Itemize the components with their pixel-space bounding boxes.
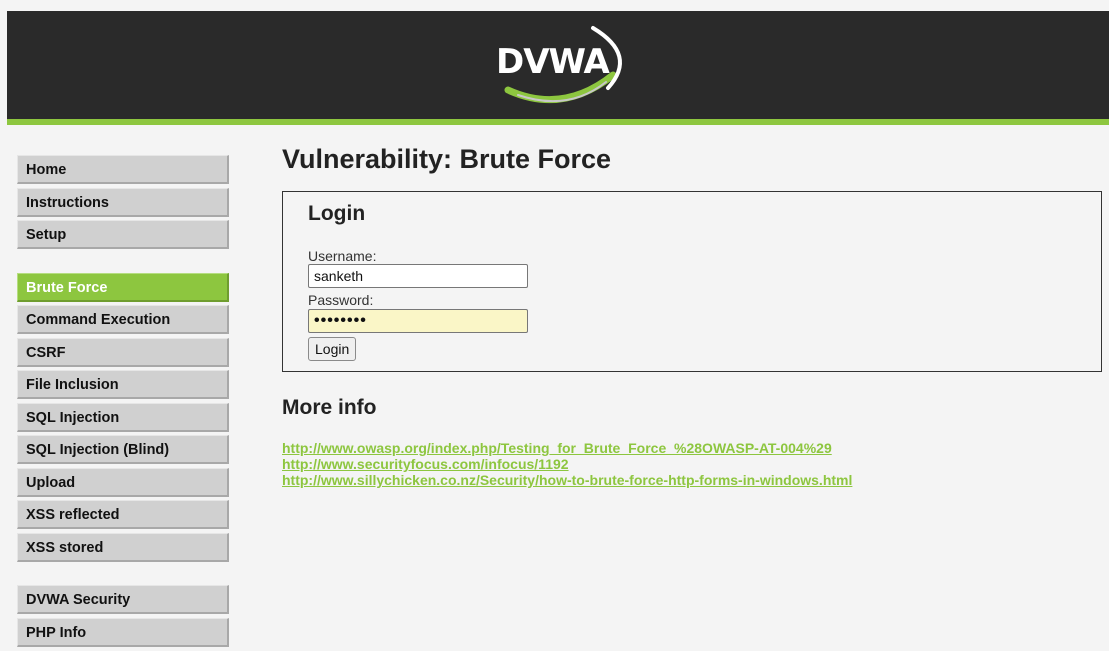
page-title: Vulnerability: Brute Force	[282, 144, 612, 174]
dvwa-logo[interactable]: DVWA	[488, 20, 638, 110]
menu-item-home[interactable]: Home	[17, 155, 229, 184]
password-input[interactable]: ••••••••	[308, 309, 528, 333]
sidebar-menu: Home Instructions Setup Brute Force Comm…	[17, 155, 229, 650]
owasp-link[interactable]: http://www.owasp.org/index.php/Testing_f…	[282, 440, 852, 456]
menu-gap	[17, 253, 229, 273]
username-input[interactable]	[308, 264, 528, 288]
menu-item-dvwa-security[interactable]: DVWA Security	[17, 585, 229, 614]
username-label: Username:	[308, 248, 377, 264]
menu-item-sql-injection-blind[interactable]: SQL Injection (Blind)	[17, 435, 229, 464]
login-button[interactable]: Login	[308, 337, 357, 361]
header-accent-bar	[7, 119, 1109, 125]
top-strip	[0, 0, 1109, 11]
menu-item-csrf[interactable]: CSRF	[17, 337, 229, 367]
menu-item-setup[interactable]: Setup	[17, 220, 229, 249]
login-heading: Login	[308, 202, 366, 225]
sillychicken-link[interactable]: http://www.sillychicken.co.nz/Security/h…	[282, 472, 852, 488]
more-info-links: http://www.owasp.org/index.php/Testing_f…	[282, 440, 852, 488]
menu-item-sql-injection[interactable]: SQL Injection	[17, 402, 229, 432]
main-content: Vulnerability: Brute Force Login Usernam…	[282, 140, 1102, 488]
menu-item-command-execution[interactable]: Command Execution	[17, 305, 229, 334]
logo-text: DVWA	[496, 42, 610, 82]
password-label: Password:	[308, 292, 374, 308]
menu-item-instructions[interactable]: Instructions	[17, 187, 229, 217]
menu-item-php-info[interactable]: PHP Info	[17, 617, 229, 647]
menu-item-upload[interactable]: Upload	[17, 467, 229, 497]
menu-item-xss-stored[interactable]: XSS stored	[17, 532, 229, 562]
more-info-heading: More info	[282, 396, 377, 419]
login-box: Login Username: Password: •••••••• Login	[282, 191, 1102, 372]
menu-gap	[17, 565, 229, 585]
header: DVWA	[7, 11, 1109, 119]
menu-item-brute-force[interactable]: Brute Force	[17, 272, 229, 302]
securityfocus-link[interactable]: http://www.securityfocus.com/infocus/119…	[282, 456, 852, 472]
menu-item-file-inclusion[interactable]: File Inclusion	[17, 370, 229, 399]
menu-item-xss-reflected[interactable]: XSS reflected	[17, 500, 229, 529]
